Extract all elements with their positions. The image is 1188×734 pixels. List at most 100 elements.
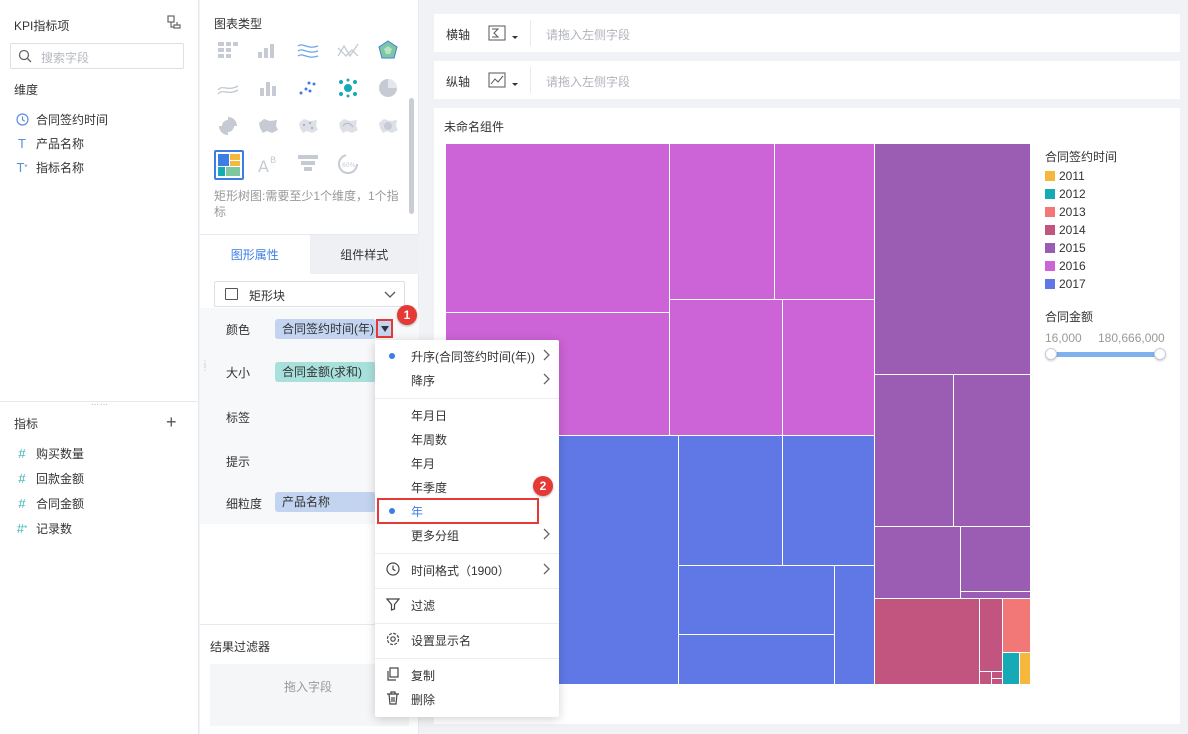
tab-component-style[interactable]: 组件样式 [309,235,419,274]
metric-item-payment-amount[interactable]: # 回款金额 [14,469,84,487]
legend-item-2017[interactable]: 2017 [1045,277,1086,291]
size-range-max-handle[interactable] [1154,348,1166,360]
dimension-item-contract-time[interactable]: 合同签约时间 [14,110,108,128]
funnel-chart-icon[interactable] [294,150,322,178]
menu-item-time-format[interactable]: 时间格式（1900） [375,559,559,581]
legend-item-2012[interactable]: 2012 [1045,187,1086,201]
component-title[interactable]: 未命名组件 [444,118,504,135]
menu-item-filter[interactable]: 过滤 [375,594,559,616]
search-input[interactable]: 搜索字段 [10,43,184,69]
treemap-cell-2016[interactable] [669,143,775,300]
menu-item-year-quarter[interactable]: 年季度 [375,476,559,498]
size-range-min-handle[interactable] [1045,348,1057,360]
dimension-item-metric-name[interactable]: T * 指标名称 [14,158,84,176]
menu-item-sort-asc[interactable]: 升序(合同签约时间(年)) [375,345,559,367]
legend-swatch [1045,279,1055,289]
size-field-pill[interactable]: 合同金额(求和) [275,362,376,382]
treemap-cell-2016[interactable] [445,143,670,313]
treemap-cell-2015[interactable] [874,374,954,527]
treemap-cell-2015[interactable] [874,143,1031,375]
size-range-max: 180,666,000 [1098,331,1165,345]
color-field-dropdown-button[interactable] [376,319,393,338]
switch-dataset-icon[interactable] [166,14,182,30]
legend-item-2016[interactable]: 2016 [1045,259,1086,273]
treemap-cell-2013[interactable] [1002,598,1031,653]
heat-map-icon[interactable] [374,112,402,140]
bubble-chart-icon[interactable] [334,74,362,102]
tooltip-label[interactable]: 提示 [226,453,250,470]
color-field-pill[interactable]: 合同签约时间(年) [275,319,376,339]
y-axis-type-icon[interactable] [488,71,522,94]
size-range-track[interactable] [1048,352,1162,357]
y-axis-dropzone[interactable]: 请拖入左侧字段 [546,73,630,90]
multi-line-chart-icon[interactable] [294,36,322,64]
x-axis-type-icon[interactable] [488,24,522,47]
clock-icon [14,111,30,127]
add-metric-icon[interactable]: + [166,413,177,431]
scatter-chart-icon[interactable] [294,74,322,102]
axis-separator [530,67,531,93]
word-cloud-icon[interactable]: AB [254,150,282,178]
treemap-cell-2015[interactable] [874,526,961,599]
treemap-cell-2012[interactable] [1002,652,1020,685]
metric-item-record-count[interactable]: # * 记录数 [14,519,72,537]
menu-item-year-week[interactable]: 年周数 [375,428,559,450]
granularity-field-pill[interactable]: 产品名称 [275,492,376,512]
grouped-table-chart-icon[interactable] [214,36,242,64]
label-label[interactable]: 标签 [226,409,250,426]
shape-type-select[interactable]: 矩形块 [214,281,405,307]
wave-line-chart-icon[interactable] [214,74,242,102]
trash-icon [387,691,399,705]
legend-item-2015[interactable]: 2015 [1045,241,1086,255]
treemap-cell-2015[interactable] [953,374,1031,527]
menu-item-year-month[interactable]: 年月 [375,452,559,474]
menu-item-sort-desc[interactable]: 降序 [375,369,559,391]
treemap-cell-2017[interactable] [782,435,875,566]
dimension-item-product-name[interactable]: T 产品名称 [14,134,84,152]
rose-chart-icon[interactable] [214,112,242,140]
caret-down-icon [380,325,389,332]
chart-type-scrollbar[interactable] [409,98,414,214]
dataset-title: KPI指标项 [14,19,70,33]
legend-item-2014[interactable]: 2014 [1045,223,1086,237]
menu-item-display-name[interactable]: 设置显示名 [375,629,559,651]
stacked-bar-chart-icon[interactable] [254,36,282,64]
treemap-cell-2015[interactable] [960,526,1031,592]
treemap-cell-2017[interactable] [678,634,835,685]
flow-map-icon[interactable] [334,112,362,140]
gauge-chart-icon[interactable]: 60% [334,150,362,178]
radar-chart-icon[interactable] [374,36,402,64]
bar-chart-icon[interactable] [254,74,282,102]
treemap-cell-2016[interactable] [774,143,875,300]
tab-graphic-properties[interactable]: 图形属性 [200,235,310,274]
treemap-cell-2014[interactable] [979,598,1003,672]
menu-divider [375,623,559,624]
menu-item-year-month-day[interactable]: 年月日 [375,404,559,426]
point-map-icon[interactable] [294,112,322,140]
treemap-cell-2011[interactable] [1019,652,1031,685]
metric-item-contract-amount[interactable]: # 合同金额 [14,494,84,512]
x-axis-dropzone[interactable]: 请拖入左侧字段 [546,26,630,43]
menu-item-more-grouping[interactable]: 更多分组 [375,524,559,546]
resize-handle-icon[interactable]: ⋯⋯ [91,401,108,409]
treemap-cell-2017[interactable] [834,565,875,685]
treemap-cell-2016[interactable] [782,299,875,436]
menu-item-copy[interactable]: 复制 [375,664,559,686]
legend-item-2011[interactable]: 2011 [1045,169,1085,183]
region-map-icon[interactable] [254,112,282,140]
treemap-cell-2014[interactable] [874,598,980,685]
panel-resize-handle-icon[interactable]: ⋮ ⋮ [201,360,209,376]
treemap-cell-2017[interactable] [678,435,783,566]
chevron-down-icon [384,291,396,298]
menu-item-delete[interactable]: 删除 [375,688,559,710]
pie-chart-icon[interactable] [374,74,402,102]
treemap-cell-2017[interactable] [678,565,835,635]
treemap-cell-2016[interactable] [669,299,783,436]
result-filter-title: 结果过滤器 [210,640,271,654]
legend-item-2013[interactable]: 2013 [1045,205,1086,219]
metric-item-purchase-qty[interactable]: # 购买数量 [14,444,84,462]
treemap-chart-icon[interactable] [214,150,244,180]
search-icon [18,49,32,63]
chevron-right-icon [543,563,550,575]
area-line-chart-icon[interactable] [334,36,362,64]
